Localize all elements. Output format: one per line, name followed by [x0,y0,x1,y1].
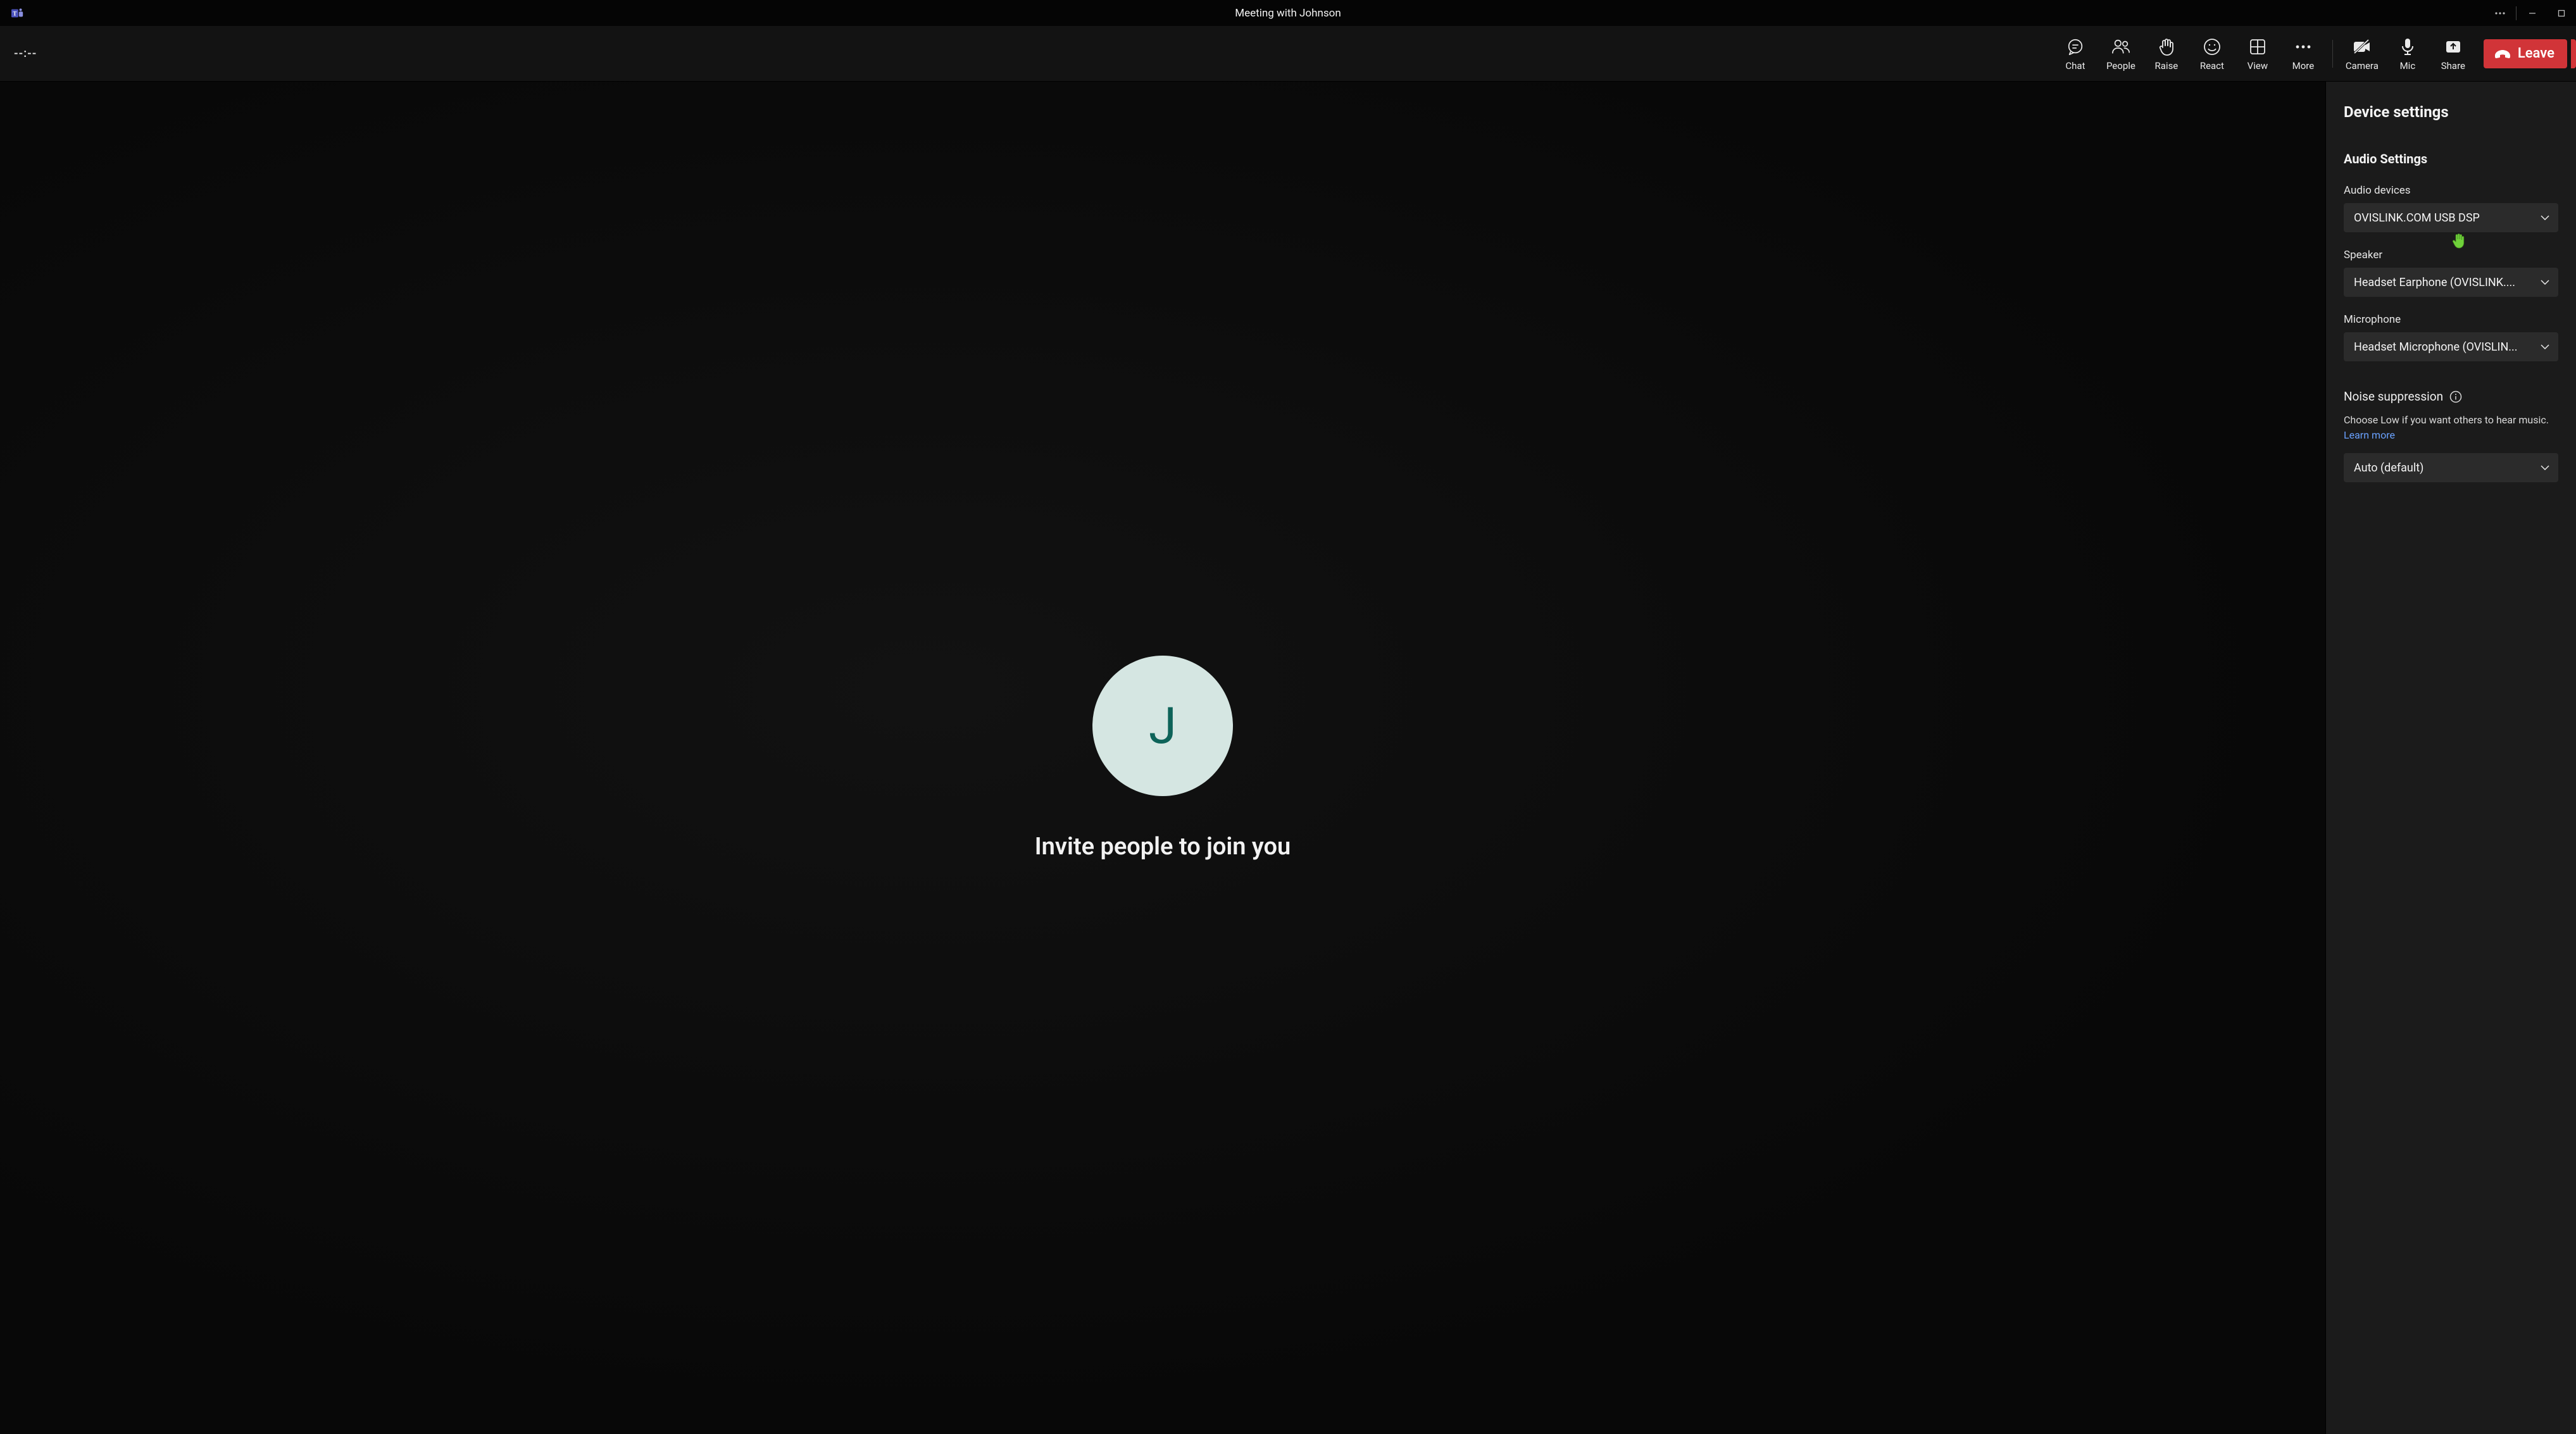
window-controls [2485,0,2576,26]
speaker-value: Headset Earphone (OVISLINK.... [2354,276,2548,289]
body: J Invite people to join you Device setti… [0,82,2576,1434]
audio-devices-select[interactable]: OVISLINK.COM USB DSP [2344,203,2558,232]
share-label: Share [2441,60,2465,72]
hangup-icon [2494,48,2511,59]
microphone-label: Microphone [2344,313,2558,326]
chevron-down-icon [2541,465,2549,470]
camera-off-icon [2352,36,2372,58]
teams-app-icon: T [11,7,24,20]
camera-button[interactable]: Camera [2339,26,2385,81]
share-button[interactable]: Share [2430,26,2476,81]
microphone-select[interactable]: Headset Microphone (OVISLIN... [2344,332,2558,361]
noise-suppression-label: Noise suppression [2344,389,2443,404]
toolbar-actions: Chat People [2053,26,2576,81]
speaker-select[interactable]: Headset Earphone (OVISLINK.... [2344,268,2558,297]
divider [2332,40,2333,68]
view-icon [2249,36,2267,58]
more-label: More [2292,60,2315,72]
chat-label: Chat [2065,60,2085,72]
microphone-value: Headset Microphone (OVISLIN... [2354,340,2548,354]
leave-dropdown[interactable] [2571,39,2576,68]
more-icon [2294,36,2312,58]
mic-icon [2400,36,2415,58]
device-settings-panel: Device settings Audio Settings Audio dev… [2325,82,2576,1434]
audio-devices-value: OVISLINK.COM USB DSP [2354,211,2548,225]
raise-hand-icon [2158,36,2175,58]
share-icon [2444,36,2462,58]
meeting-stage: J Invite people to join you [0,82,2325,1434]
react-button[interactable]: React [2189,26,2235,81]
chat-button[interactable]: Chat [2053,26,2098,81]
learn-more-link[interactable]: Learn more [2344,429,2395,441]
noise-suppression-value: Auto (default) [2354,461,2548,475]
people-label: People [2106,60,2135,72]
view-label: View [2248,60,2268,72]
raise-label: Raise [2155,60,2179,72]
chat-icon [2066,36,2085,58]
react-label: React [2200,60,2224,72]
window-more-button[interactable] [2485,0,2515,26]
more-button[interactable]: More [2280,26,2326,81]
raise-hand-button[interactable]: Raise [2144,26,2189,81]
window-title: Meeting with Johnson [1235,7,1341,20]
maximize-button[interactable] [2547,0,2576,26]
microphone-field: Microphone Headset Microphone (OVISLIN..… [2326,313,2576,361]
audio-devices-label: Audio devices [2344,184,2558,197]
noise-desc-text: Choose Low if you want others to hear mu… [2344,414,2549,426]
speaker-field: Speaker Headset Earphone (OVISLINK.... [2326,249,2576,297]
view-button[interactable]: View [2235,26,2280,81]
meeting-toolbar: --:-- Chat [0,26,2576,82]
chevron-down-icon [2541,344,2549,349]
meeting-timer: --:-- [0,47,51,60]
app-root: T Meeting with Johnson --:-- [0,0,2576,1434]
minimize-button[interactable] [2518,0,2547,26]
people-button[interactable]: People [2098,26,2144,81]
avatar-initial: J [1149,696,1177,756]
mic-label: Mic [2400,60,2416,72]
panel-title: Device settings [2326,103,2576,121]
noise-suppression-description: Choose Low if you want others to hear mu… [2326,413,2576,443]
noise-suppression-row: Noise suppression [2326,389,2576,404]
divider [2516,6,2517,20]
speaker-label: Speaker [2344,249,2558,261]
leave-button[interactable]: Leave [2484,39,2567,68]
svg-text:T: T [13,10,16,16]
audio-settings-heading: Audio Settings [2326,151,2576,166]
info-icon[interactable] [2449,390,2462,403]
people-icon [2111,36,2131,58]
chevron-down-icon [2541,280,2549,285]
participant-avatar: J [1092,656,1233,796]
pointer-cursor-icon [2451,232,2465,249]
react-icon [2203,36,2222,58]
noise-suppression-field: Auto (default) [2326,453,2576,482]
audio-devices-field: Audio devices OVISLINK.COM USB DSP [2326,184,2576,232]
camera-label: Camera [2346,60,2379,72]
leave-label: Leave [2518,46,2554,61]
chevron-down-icon [2541,215,2549,220]
invite-text: Invite people to join you [1035,833,1291,861]
mic-button[interactable]: Mic [2385,26,2430,81]
noise-suppression-select[interactable]: Auto (default) [2344,453,2558,482]
titlebar: T Meeting with Johnson [0,0,2576,26]
